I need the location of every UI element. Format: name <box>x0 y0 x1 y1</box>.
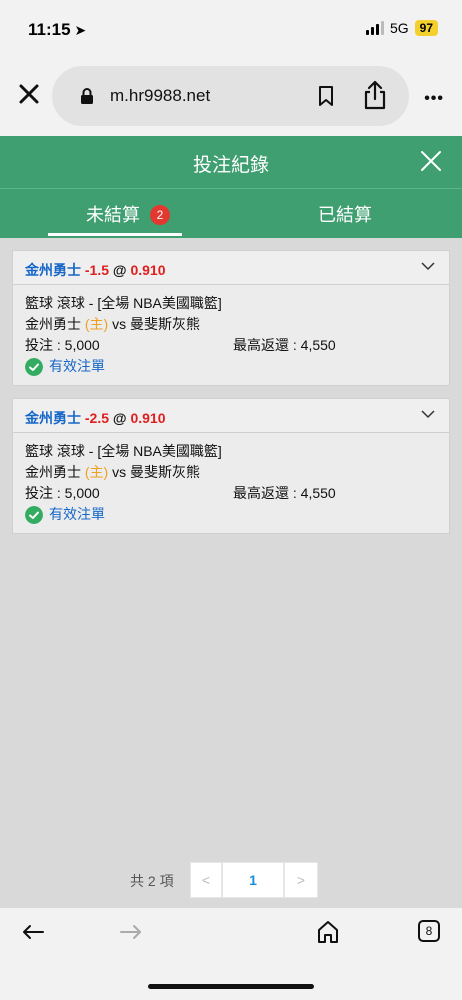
at-sign: @ <box>112 262 127 278</box>
page-title: 投注紀錄 <box>192 155 269 176</box>
vs-text: vs <box>112 464 127 480</box>
stake-row: 投注 : 5,000 最高返還 : 4,550 <box>25 335 437 356</box>
browser-toolbar: m.hr9988.net ••• <box>0 58 462 136</box>
total-count: 共 2 項 <box>130 873 174 889</box>
tab-unsettled[interactable]: 未結算 2 <box>86 201 170 227</box>
home-marker: (主) <box>84 464 109 480</box>
odds: 0.910 <box>130 410 166 426</box>
active-tab-indicator <box>48 233 182 236</box>
address-bar[interactable]: m.hr9988.net <box>52 66 409 126</box>
network-type: 5G <box>389 20 409 36</box>
home-icon[interactable] <box>316 920 340 944</box>
check-circle-icon <box>25 505 43 524</box>
tab-settled[interactable]: 已結算 <box>318 201 372 227</box>
league-info: 籃球 滾球 - [全場 NBA美國職籃] <box>25 443 222 459</box>
away-team: 曼斐斯灰熊 <box>130 316 200 332</box>
bet-card-header[interactable]: 金州勇士 -1.5 @ 0.910 <box>13 251 449 285</box>
next-page-button[interactable]: > <box>284 862 318 898</box>
close-icon[interactable] <box>420 150 442 172</box>
count-badge: 2 <box>150 205 170 225</box>
bet-selection: 金州勇士 -1.5 @ 0.910 <box>25 260 166 280</box>
more-options-icon[interactable]: ••• <box>424 90 444 108</box>
bet-card-body: 籃球 滾球 - [全場 NBA美國職籃] 金州勇士 (主) vs 曼斐斯灰熊 投… <box>13 285 449 385</box>
bet-card: 金州勇士 -2.5 @ 0.910 籃球 滾球 - [全場 NBA美國職籃] 金… <box>12 398 450 534</box>
away-team: 曼斐斯灰熊 <box>130 464 200 480</box>
check-circle-icon <box>25 357 43 376</box>
prev-page-button[interactable]: < <box>190 862 222 898</box>
chevron-right-icon: > <box>296 872 306 888</box>
handicap: -2.5 <box>84 410 110 426</box>
bet-card-header[interactable]: 金州勇士 -2.5 @ 0.910 <box>13 399 449 433</box>
chevron-down-icon[interactable] <box>421 409 435 419</box>
close-icon[interactable] <box>18 83 40 105</box>
forward-arrow-icon[interactable] <box>120 924 142 940</box>
signal-icon <box>365 21 384 35</box>
matchup: 金州勇士 (主) vs 曼斐斯灰熊 <box>25 462 437 483</box>
home-indicator <box>148 984 314 989</box>
chevron-left-icon: < <box>201 872 211 888</box>
stake-amount: 投注 : 5,000 <box>25 337 100 353</box>
bet-record-header: 投注紀錄 <box>0 136 462 188</box>
tab-label: 已結算 <box>318 205 372 225</box>
bet-tabs: 未結算 2 已結算 <box>0 188 462 238</box>
bet-card: 金州勇士 -1.5 @ 0.910 籃球 滾球 - [全場 NBA美國職籃] 金… <box>12 250 450 386</box>
selection-team: 金州勇士 <box>25 410 81 426</box>
vs-text: vs <box>112 316 127 332</box>
odds: 0.910 <box>130 262 166 278</box>
url-text: m.hr9988.net <box>110 86 211 105</box>
tab-label: 未結算 <box>86 205 140 225</box>
status-bar: 11:15 ➤ 5G 97 <box>0 0 462 58</box>
status-indicators: 5G 97 <box>365 20 438 36</box>
browser-bottom-bar: 8 <box>0 908 462 1000</box>
home-marker: (主) <box>84 316 109 332</box>
pagination: 共 2 項 < 1 > <box>0 862 462 898</box>
stake-amount: 投注 : 5,000 <box>25 485 100 501</box>
tab-switcher-button[interactable]: 8 <box>418 920 440 942</box>
clock: 11:15 ➤ <box>28 20 86 40</box>
at-sign: @ <box>112 410 127 426</box>
battery-icon: 97 <box>414 20 438 36</box>
home-team: 金州勇士 <box>25 316 81 332</box>
matchup: 金州勇士 (主) vs 曼斐斯灰熊 <box>25 314 437 335</box>
share-icon[interactable] <box>362 80 388 110</box>
selection-team: 金州勇士 <box>25 262 81 278</box>
bet-selection: 金州勇士 -2.5 @ 0.910 <box>25 408 166 428</box>
bet-status: 有效注單 <box>25 504 437 525</box>
page-number-button[interactable]: 1 <box>222 862 284 898</box>
chevron-down-icon[interactable] <box>421 261 435 271</box>
location-arrow-icon: ➤ <box>74 22 87 38</box>
bet-card-body: 籃球 滾球 - [全場 NBA美國職籃] 金州勇士 (主) vs 曼斐斯灰熊 投… <box>13 433 449 533</box>
bookmark-icon[interactable] <box>318 86 334 106</box>
league-info: 籃球 滾球 - [全場 NBA美國職籃] <box>25 295 222 311</box>
max-return: 最高返還 : 4,550 <box>233 485 336 501</box>
status-text: 有效注單 <box>49 358 105 374</box>
lock-icon <box>81 88 93 104</box>
stake-row: 投注 : 5,000 最高返還 : 4,550 <box>25 483 437 504</box>
status-text: 有效注單 <box>49 506 105 522</box>
page-number: 1 <box>249 872 257 888</box>
bet-status: 有效注單 <box>25 356 437 377</box>
back-arrow-icon[interactable] <box>22 924 44 940</box>
clock-time: 11:15 <box>28 20 71 39</box>
handicap: -1.5 <box>84 262 110 278</box>
home-team: 金州勇士 <box>25 464 81 480</box>
max-return: 最高返還 : 4,550 <box>233 337 336 353</box>
